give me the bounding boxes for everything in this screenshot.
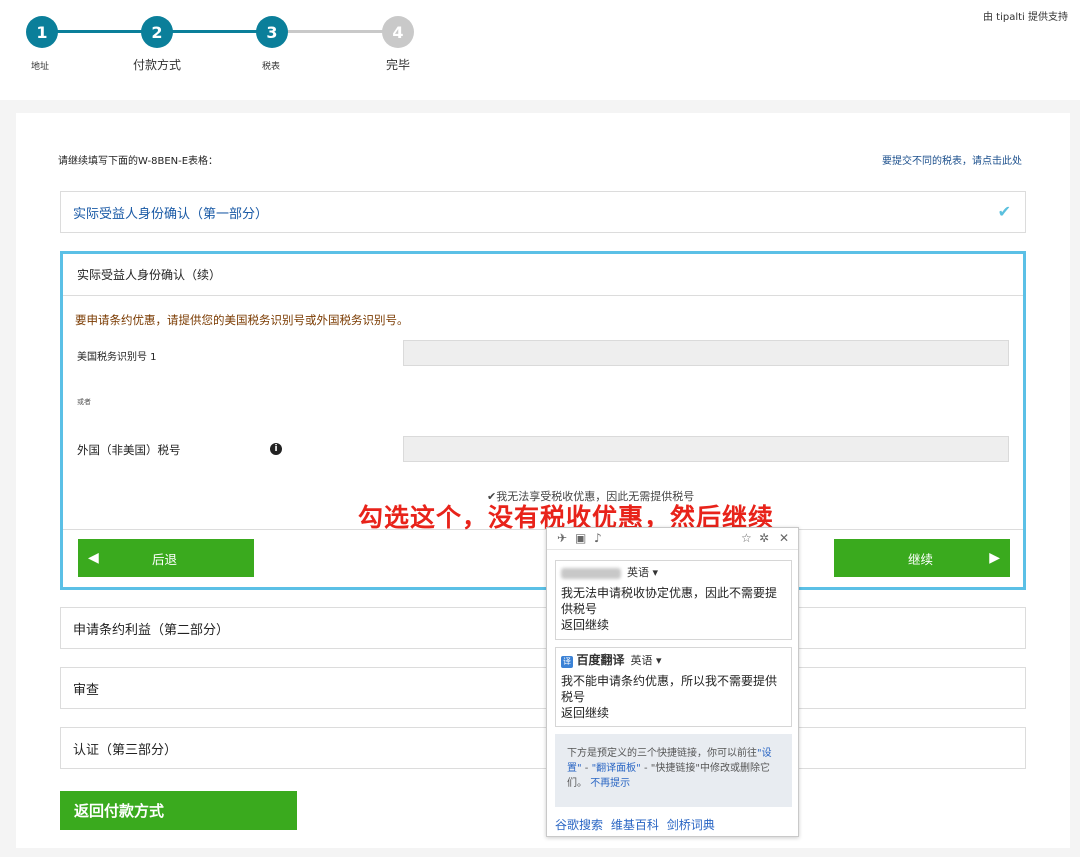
- continue-button[interactable]: 继续 ▶: [834, 539, 1010, 577]
- continue-button-label: 继续: [908, 551, 934, 567]
- foreign-tin-input[interactable]: [403, 436, 1009, 462]
- hint-separator: -: [581, 763, 592, 774]
- engine-1-translation: 我无法申请税收协定优惠，因此不需要提供税号: [561, 586, 778, 616]
- microphone-icon[interactable]: ♪: [594, 531, 602, 545]
- translation-popup: ✈ ▣ ♪ ☆ ✲ ✕ 英语 ▾ 我无法申请税收协定优惠，因此不需要提供税号 返…: [546, 527, 799, 837]
- section-part3[interactable]: 认证（第三部分）: [60, 727, 1026, 769]
- info-icon[interactable]: i: [270, 443, 282, 455]
- checkmark-icon: ✔: [997, 202, 1011, 221]
- engine-2-name: 百度翻译: [576, 653, 625, 667]
- step-1-label: 地址: [30, 62, 50, 72]
- hint-text: 下方是预定义的三个快捷链接，你可以前往: [567, 748, 757, 759]
- progress-stepper: 1 2 3 4 地址 付款方式 税表 完毕: [0, 0, 440, 90]
- step-2-circle: 2: [141, 16, 173, 48]
- return-payment-button[interactable]: 返回付款方式: [60, 791, 297, 830]
- translation-result-1: 英语 ▾ 我无法申请税收协定优惠，因此不需要提供税号 返回继续: [555, 560, 792, 640]
- quick-link-wikipedia[interactable]: 维基百科: [611, 818, 659, 832]
- or-label: 或者: [77, 398, 91, 406]
- engine-1-header: 英语 ▾: [561, 565, 786, 581]
- section-part2-title: 申请条约利益（第二部分）: [73, 622, 230, 638]
- us-tin-label: 美国税务识别号 1: [77, 352, 157, 363]
- gear-icon[interactable]: ✲: [759, 531, 769, 545]
- step-4-label: 完毕: [385, 58, 411, 72]
- section-part1-title: 实际受益人身份确认（第一部分）: [73, 206, 269, 222]
- engine-2-header: 译 百度翻译 英语 ▾: [561, 652, 786, 669]
- section-part2[interactable]: 申请条约利益（第二部分）: [60, 607, 1026, 649]
- popup-toolbar: ✈ ▣ ♪ ☆ ✲ ✕: [547, 528, 798, 550]
- quick-link-google[interactable]: 谷歌搜索: [555, 818, 603, 832]
- quick-link-cambridge[interactable]: 剑桥词典: [667, 818, 715, 832]
- engine-1-logo: [561, 567, 621, 579]
- section-review[interactable]: 审查: [60, 667, 1026, 709]
- step-3-circle: 3: [256, 16, 288, 48]
- section-part3-title: 认证（第三部分）: [73, 742, 178, 758]
- treaty-instruction: 要申请条约优惠，请提供您的美国税务识别号或外国税务识别号。: [75, 313, 409, 327]
- close-icon[interactable]: ✕: [779, 531, 789, 545]
- quick-links: 谷歌搜索 维基百科 剑桥词典: [555, 816, 719, 833]
- engine-1-translation-line2: 返回继续: [561, 618, 610, 632]
- engine-2-translation-line2: 返回继续: [561, 706, 610, 720]
- active-section-title: 实际受益人身份确认（续）: [63, 254, 1023, 296]
- other-tax-form-link[interactable]: 要提交不同的税表，请点击此处: [882, 152, 1022, 167]
- dismiss-hint-link[interactable]: 不再提示: [590, 778, 630, 789]
- baidu-translate-icon: 译: [561, 656, 573, 668]
- step-1-circle: 1: [26, 16, 58, 48]
- back-button[interactable]: ◀ 后退: [78, 539, 254, 577]
- active-section-panel: 实际受益人身份确认（续） 要申请条约优惠，请提供您的美国税务识别号或外国税务识别…: [60, 251, 1026, 590]
- translate-panel-link[interactable]: "翻译面板": [592, 763, 641, 774]
- translation-result-2: 译 百度翻译 英语 ▾ 我不能申请条约优惠，所以我不需要提供税号 返回继续: [555, 647, 792, 727]
- quick-links-hint: 下方是预定义的三个快捷链接，你可以前往"设置" - "翻译面板" - "快捷链接…: [555, 734, 792, 807]
- powered-by-text: 由 tipalti 提供支持: [982, 12, 1068, 23]
- engine-2-language-select[interactable]: 英语 ▾: [631, 653, 662, 669]
- step-2-label: 付款方式: [132, 58, 182, 72]
- form-intro: 请继续填写下面的W-8BEN-E表格：: [58, 156, 219, 167]
- step-4-circle: 4: [382, 16, 414, 48]
- engine-2-translation: 我不能申请条约优惠，所以我不需要提供税号: [561, 674, 778, 704]
- arrow-right-icon: ▶: [989, 550, 1000, 566]
- back-button-label: 后退: [152, 551, 178, 567]
- step-3-label: 税表: [261, 62, 281, 72]
- engine-1-language-select[interactable]: 英语 ▾: [627, 565, 658, 581]
- arrow-left-icon: ◀: [88, 550, 99, 566]
- section-part1[interactable]: 实际受益人身份确认（第一部分） ✔: [60, 191, 1026, 233]
- step-connector: [272, 30, 398, 33]
- foreign-tin-label: 外国（非美国）税号: [77, 443, 181, 457]
- star-icon[interactable]: ☆: [741, 531, 752, 545]
- image-icon[interactable]: ▣: [575, 531, 586, 545]
- us-tin-input[interactable]: [403, 340, 1009, 366]
- pin-icon[interactable]: ✈: [557, 531, 567, 545]
- section-review-title: 审查: [73, 682, 100, 698]
